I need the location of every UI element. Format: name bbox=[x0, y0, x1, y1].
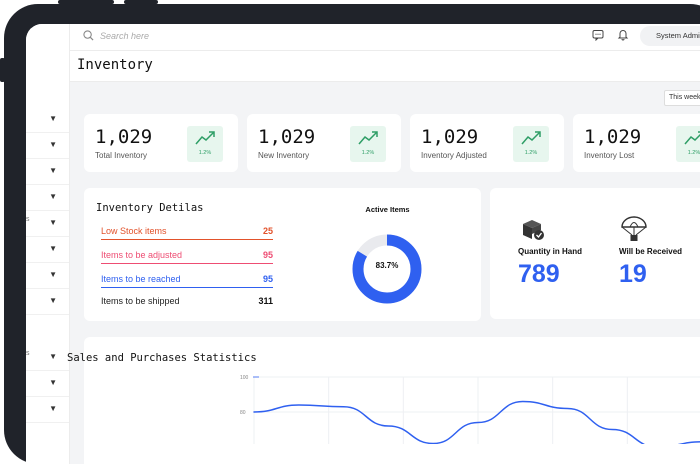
details-row-label: Low Stock items bbox=[101, 226, 167, 236]
stat-change-badge: 1.2% bbox=[676, 126, 700, 162]
stat-label: Inventory Adjusted bbox=[421, 151, 487, 160]
sidebar: ▼ ▼ ▼ ▼ s ▼ ▼ ▼ ▼ s ▼ ▼ ▼ bbox=[26, 24, 70, 464]
row-underline bbox=[101, 287, 273, 288]
quantity-in-hand-value: 789 bbox=[518, 260, 560, 288]
sidebar-item[interactable]: ▼ bbox=[26, 106, 69, 133]
details-row[interactable]: Items to be shipped 311 bbox=[101, 296, 273, 312]
y-tick-label: 80 bbox=[240, 410, 246, 416]
inventory-details-card: Inventory Detilas Low Stock items 25 Items… bbox=[84, 188, 481, 321]
active-items-title: Active Items bbox=[365, 205, 410, 214]
page-title: Inventory bbox=[77, 57, 153, 73]
top-bar: Search here System Admin bbox=[70, 24, 700, 51]
stat-change: 1.2% bbox=[198, 150, 212, 156]
will-be-received-label: Will be Received bbox=[619, 247, 683, 256]
sidebar-item-label: s bbox=[26, 350, 30, 357]
details-row-value: 311 bbox=[258, 296, 273, 306]
sidebar-item[interactable]: s ▼ bbox=[26, 344, 69, 371]
sidebar-item[interactable]: ▼ bbox=[26, 396, 69, 423]
details-row-label: Items to be reached bbox=[101, 274, 181, 284]
stat-change: 1.2% bbox=[687, 150, 700, 156]
chevron-down-icon: ▼ bbox=[49, 404, 57, 413]
stat-card: 1,029 Inventory Adjusted 1.2% bbox=[410, 114, 564, 172]
user-menu[interactable]: System Admin bbox=[640, 26, 700, 46]
message-icon[interactable] bbox=[592, 29, 604, 41]
quantity-card: Quantity in Hand 789 Will be Received 19 bbox=[490, 188, 700, 319]
sidebar-item[interactable]: ▼ bbox=[26, 132, 69, 159]
sidebar-item[interactable]: ▼ bbox=[26, 184, 69, 211]
details-row-label: Items to be adjusted bbox=[101, 250, 183, 260]
trend-up-icon bbox=[684, 131, 700, 145]
details-row-value: 95 bbox=[262, 250, 273, 260]
stat-value: 1,029 bbox=[258, 126, 316, 148]
details-title: Inventory Detilas bbox=[96, 202, 204, 214]
sidebar-item[interactable]: ▼ bbox=[26, 370, 69, 397]
trend-up-icon bbox=[358, 131, 378, 145]
chevron-down-icon: ▼ bbox=[49, 296, 57, 305]
details-row[interactable]: Low Stock items 25 bbox=[101, 226, 273, 242]
y-tick-label: 100 bbox=[240, 375, 249, 381]
stat-value: 1,029 bbox=[95, 126, 153, 148]
row-underline bbox=[101, 263, 273, 264]
sales-series-line bbox=[253, 400, 700, 444]
details-row-value: 25 bbox=[262, 226, 273, 236]
sidebar-item[interactable]: ▼ bbox=[26, 158, 69, 185]
sidebar-item[interactable]: ▼ bbox=[26, 236, 69, 263]
trend-up-icon bbox=[195, 131, 215, 145]
stat-card: 1,029 Total Inventory 1.2% bbox=[84, 114, 238, 172]
sidebar-item[interactable]: ▼ bbox=[26, 262, 69, 289]
sales-purchases-chart: 1008060 bbox=[240, 375, 700, 444]
active-items-percent: 83.7% bbox=[375, 261, 399, 270]
details-row[interactable]: Items to be adjusted 95 bbox=[101, 250, 273, 266]
chevron-down-icon: ▼ bbox=[49, 378, 57, 387]
sidebar-item-label: s bbox=[26, 216, 30, 223]
chevron-down-icon: ▼ bbox=[49, 244, 57, 253]
title-bar: Inventory bbox=[70, 51, 700, 82]
stat-label: Total Inventory bbox=[95, 151, 148, 160]
details-row-value: 95 bbox=[262, 274, 273, 284]
stat-change-badge: 1.2% bbox=[350, 126, 386, 162]
stat-change: 1.2% bbox=[524, 150, 538, 156]
chevron-down-icon: ▼ bbox=[49, 166, 57, 175]
stat-change-badge: 1.2% bbox=[513, 126, 549, 162]
stat-change: 1.2% bbox=[361, 150, 375, 156]
chevron-down-icon: ▼ bbox=[49, 218, 57, 227]
details-row-label: Items to be shipped bbox=[101, 296, 180, 306]
search-icon[interactable] bbox=[83, 30, 94, 41]
will-be-received-value: 19 bbox=[619, 260, 647, 288]
sidebar-item[interactable]: ▼ bbox=[26, 288, 69, 315]
box-check-icon bbox=[523, 220, 544, 240]
chevron-down-icon: ▼ bbox=[49, 140, 57, 149]
sales-title: Sales and Purchases Statistics bbox=[67, 352, 257, 364]
parachute-box-icon bbox=[621, 216, 647, 241]
stat-card: 1,029 Inventory Lost 1.2% bbox=[573, 114, 700, 172]
stat-value: 1,029 bbox=[421, 126, 479, 148]
quantity-in-hand-label: Quantity in Hand bbox=[518, 247, 582, 256]
chevron-down-icon: ▼ bbox=[49, 114, 57, 123]
stat-label: Inventory Lost bbox=[584, 151, 635, 160]
chevron-down-icon: ▼ bbox=[49, 352, 57, 361]
details-row[interactable]: Items to be reached 95 bbox=[101, 274, 273, 290]
chevron-down-icon: ▼ bbox=[49, 270, 57, 279]
stat-card: 1,029 New Inventory 1.2% bbox=[247, 114, 401, 172]
period-select[interactable]: This week bbox=[664, 90, 700, 106]
chevron-down-icon: ▼ bbox=[49, 192, 57, 201]
stat-label: New Inventory bbox=[258, 151, 310, 160]
stat-value: 1,029 bbox=[584, 126, 642, 148]
trend-up-icon bbox=[521, 131, 541, 145]
bell-icon[interactable] bbox=[617, 28, 629, 41]
search-input[interactable]: Search here bbox=[100, 31, 149, 41]
stat-change-badge: 1.2% bbox=[187, 126, 223, 162]
sidebar-item[interactable]: s ▼ bbox=[26, 210, 69, 237]
row-underline bbox=[101, 239, 273, 240]
